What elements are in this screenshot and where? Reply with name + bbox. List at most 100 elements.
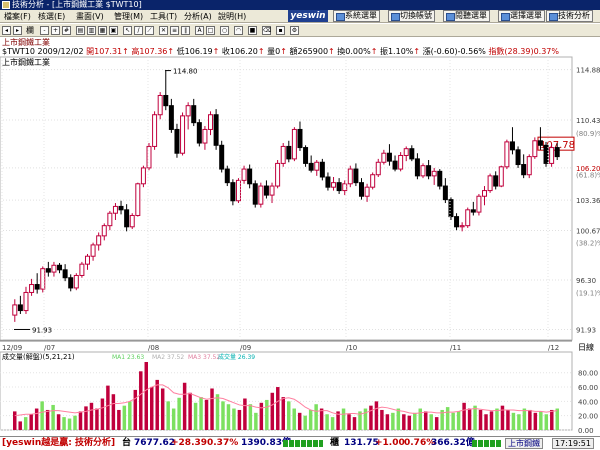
status-bar: [yeswin越是贏: 技術分析] 台 7677.62 +28.39 0.37%…	[0, 436, 600, 450]
candle-body	[537, 140, 543, 146]
candle-body	[308, 162, 314, 171]
candle-body	[258, 185, 264, 205]
volume-bar	[95, 408, 99, 430]
candle-body	[252, 183, 258, 205]
volume-bar	[292, 408, 296, 430]
candle-body	[403, 148, 409, 156]
volume-bar	[418, 408, 422, 430]
volume-bar	[210, 388, 214, 430]
volume-bar	[533, 412, 538, 430]
volume-bar	[221, 401, 225, 430]
x-tick-label: /10	[346, 344, 357, 352]
fib-percent-label: (80.9)%	[576, 130, 600, 138]
volume-bar	[319, 408, 324, 430]
candle-body	[241, 168, 247, 181]
candle-body	[196, 122, 202, 144]
candle-body	[62, 269, 68, 279]
candle-body	[487, 175, 493, 192]
candle-body	[45, 268, 51, 273]
candle-body	[543, 144, 549, 164]
volume-bar	[23, 417, 28, 430]
twse-index: 7677.62	[134, 438, 175, 448]
price-volume-chart[interactable]: 上市鋼鐵工業114.88110.43106.20103.36100.6796.3…	[0, 0, 600, 450]
volume-bar	[413, 412, 417, 430]
candle-body	[152, 114, 158, 147]
candle-body	[331, 182, 337, 188]
twse-label: 台	[122, 438, 132, 448]
volume-bar	[155, 379, 159, 430]
volume-bar	[341, 408, 346, 430]
candle-body	[509, 141, 515, 151]
volume-bar	[467, 408, 472, 430]
candle-body	[392, 160, 398, 170]
candle-body	[230, 182, 236, 202]
candle-body	[414, 158, 420, 177]
low-annotation: 91.93	[32, 326, 52, 334]
twse-percent: 0.37%	[207, 438, 239, 448]
volume-bar	[51, 404, 55, 430]
candle-body	[347, 168, 353, 185]
volume-bar	[500, 405, 505, 430]
candle-body	[336, 182, 342, 192]
volume-bar	[347, 414, 351, 430]
candle-body	[319, 161, 325, 178]
price-panel-frame	[0, 56, 573, 341]
volume-bar	[522, 408, 527, 430]
twse-bar	[283, 440, 323, 447]
candle-body	[526, 156, 532, 176]
volume-tick-label: 40.00	[578, 398, 598, 406]
candle-body	[124, 209, 130, 228]
candle-body	[375, 161, 381, 176]
candle-body	[386, 152, 392, 162]
candle-body	[454, 216, 460, 228]
candle-body	[358, 182, 364, 197]
volume-bar	[133, 389, 138, 430]
volume-tick-label: 20.00	[578, 413, 598, 421]
volume-bar	[84, 406, 88, 430]
candle-body	[314, 161, 320, 171]
candle-body	[84, 255, 90, 265]
candle-body	[174, 128, 180, 154]
candle-body	[448, 199, 454, 218]
otc-label: 櫃	[330, 438, 340, 448]
volume-bar	[330, 417, 335, 430]
x-tick-label: /11	[450, 344, 461, 352]
candle-body	[476, 195, 482, 213]
candle-body	[515, 149, 521, 166]
volume-bar	[177, 397, 181, 430]
candle-body	[23, 291, 29, 312]
volume-bar	[434, 417, 439, 430]
fib-percent-label: (61.8)%	[576, 172, 600, 180]
volume-bar	[100, 398, 105, 430]
candle-body	[431, 170, 437, 177]
volume-bar	[215, 394, 220, 430]
volume-legend-item: MA1 23.63	[112, 354, 144, 361]
candle-body	[101, 225, 107, 237]
volume-bar	[473, 405, 477, 430]
candle-body	[96, 235, 102, 246]
candle-body	[364, 186, 370, 197]
volume-bar	[18, 421, 22, 430]
price-tick-label: 114.88	[576, 67, 600, 75]
price-panel-title: 上市鋼鐵工業	[2, 57, 50, 67]
volume-bar	[259, 402, 264, 430]
candle-body	[398, 154, 404, 170]
candle-body	[208, 114, 214, 130]
candle-body	[129, 214, 135, 228]
volume-bar	[265, 399, 269, 430]
candle-body	[493, 175, 499, 187]
x-tick-label: /08	[148, 344, 159, 352]
candle-body	[73, 274, 79, 289]
volume-bar	[445, 407, 450, 430]
volume-bar	[270, 392, 275, 430]
volume-bar	[297, 412, 302, 430]
volume-bar	[550, 409, 554, 430]
candle-body	[554, 147, 560, 158]
x-tick-label: /07	[44, 344, 55, 352]
market-tab[interactable]: 上市鋼鐵	[505, 438, 543, 449]
candle-body	[275, 162, 281, 187]
volume-bar	[139, 371, 143, 430]
candle-body	[325, 176, 331, 188]
candle-body	[498, 166, 504, 187]
volume-bar	[555, 408, 559, 430]
